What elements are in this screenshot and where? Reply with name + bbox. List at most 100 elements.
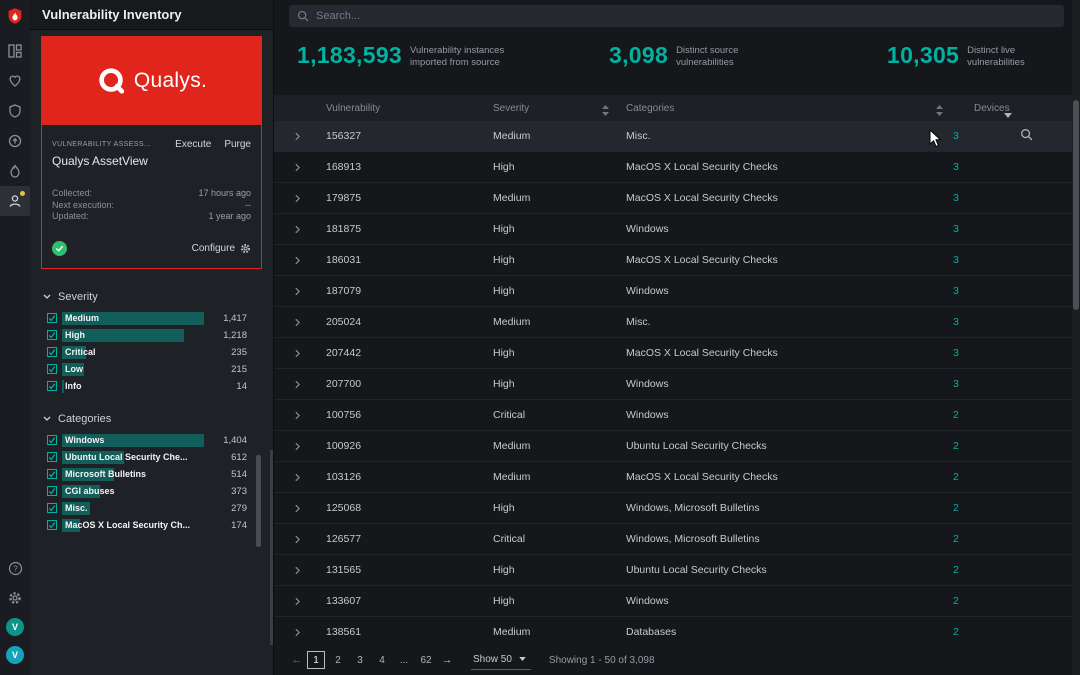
checkbox-checked[interactable] <box>47 452 57 462</box>
cell-devices-link[interactable]: 2 <box>953 409 959 421</box>
checkbox-checked[interactable] <box>47 330 57 340</box>
sort-icon[interactable] <box>936 103 943 121</box>
column-header-vulnerability[interactable]: Vulnerability <box>326 103 380 114</box>
checkbox-checked[interactable] <box>47 486 57 496</box>
prev-page-button[interactable]: ← <box>289 654 305 666</box>
table-row[interactable]: 181875 High Windows 3 <box>274 214 1072 245</box>
row-expand-chevron-icon[interactable] <box>295 566 300 578</box>
filter-row[interactable]: MacOS X Local Security Ch... 174 <box>30 517 273 534</box>
cell-devices-link[interactable]: 2 <box>953 564 959 576</box>
table-row[interactable]: 207700 High Windows 3 <box>274 369 1072 400</box>
table-row[interactable]: 131565 High Ubuntu Local Security Checks… <box>274 555 1072 586</box>
row-expand-chevron-icon[interactable] <box>295 442 300 454</box>
row-expand-chevron-icon[interactable] <box>295 504 300 516</box>
filter-section-header[interactable]: Categories <box>30 403 273 432</box>
cell-devices-link[interactable]: 2 <box>953 440 959 452</box>
cell-devices-link[interactable]: 3 <box>953 285 959 297</box>
page-button[interactable]: 62 <box>417 651 435 669</box>
filter-row[interactable]: Microsoft Bulletins 514 <box>30 466 273 483</box>
cell-devices-link[interactable]: 3 <box>953 316 959 328</box>
cell-devices-link[interactable]: 2 <box>953 626 959 638</box>
row-expand-chevron-icon[interactable] <box>295 597 300 609</box>
column-header-severity[interactable]: Severity <box>493 103 529 114</box>
search-input[interactable] <box>316 10 1056 22</box>
settings-button[interactable] <box>0 583 30 613</box>
column-header-categories[interactable]: Categories <box>626 103 674 114</box>
cell-devices-link[interactable]: 2 <box>953 471 959 483</box>
rail-item-security[interactable] <box>0 96 30 126</box>
table-row[interactable]: 186031 High MacOS X Local Security Check… <box>274 245 1072 276</box>
table-row[interactable]: 187079 High Windows 3 <box>274 276 1072 307</box>
checkbox-checked[interactable] <box>47 313 57 323</box>
cell-devices-link[interactable]: 3 <box>953 192 959 204</box>
row-search-icon[interactable] <box>1020 128 1033 144</box>
row-expand-chevron-icon[interactable] <box>295 628 300 640</box>
table-row[interactable]: 126577 Critical Windows, Microsoft Bulle… <box>274 524 1072 555</box>
table-row[interactable]: 125068 High Windows, Microsoft Bulletins… <box>274 493 1072 524</box>
table-row[interactable]: 168913 High MacOS X Local Security Check… <box>274 152 1072 183</box>
row-expand-chevron-icon[interactable] <box>295 287 300 299</box>
cell-devices-link[interactable]: 3 <box>953 161 959 173</box>
checkbox-checked[interactable] <box>47 520 57 530</box>
checkbox-checked[interactable] <box>47 469 57 479</box>
page-button[interactable]: 2 <box>329 651 347 669</box>
cell-devices-link[interactable]: 3 <box>953 347 959 359</box>
table-row[interactable]: 205024 Medium Misc. 3 <box>274 307 1072 338</box>
row-expand-chevron-icon[interactable] <box>295 380 300 392</box>
table-row[interactable]: 100926 Medium Ubuntu Local Security Chec… <box>274 431 1072 462</box>
table-row[interactable]: 133607 High Windows 2 <box>274 586 1072 617</box>
cell-devices-link[interactable]: 3 <box>953 130 959 142</box>
row-expand-chevron-icon[interactable] <box>295 473 300 485</box>
filter-section-header[interactable]: Severity <box>30 281 273 310</box>
filter-row[interactable]: High 1,218 <box>30 327 273 344</box>
filter-row[interactable]: CGI abuses 373 <box>30 483 273 500</box>
help-button[interactable]: ? <box>0 553 30 583</box>
checkbox-checked[interactable] <box>47 503 57 513</box>
page-button[interactable]: 3 <box>351 651 369 669</box>
configure-button[interactable]: Configure <box>192 243 251 254</box>
purge-button[interactable]: Purge <box>224 139 251 150</box>
table-row[interactable]: 103126 Medium MacOS X Local Security Che… <box>274 462 1072 493</box>
rail-item-health[interactable] <box>0 66 30 96</box>
next-page-button[interactable]: → <box>439 654 455 666</box>
avatar-user-1[interactable]: V <box>6 618 24 636</box>
cell-devices-link[interactable]: 2 <box>953 533 959 545</box>
row-expand-chevron-icon[interactable] <box>295 349 300 361</box>
cell-devices-link[interactable]: 3 <box>953 378 959 390</box>
scrollbar-thumb[interactable] <box>1073 100 1079 310</box>
cell-devices-link[interactable]: 3 <box>953 254 959 266</box>
row-expand-chevron-icon[interactable] <box>295 194 300 206</box>
filter-row[interactable]: Ubuntu Local Security Che... 612 <box>30 449 273 466</box>
row-expand-chevron-icon[interactable] <box>295 318 300 330</box>
table-row[interactable]: 207442 High MacOS X Local Security Check… <box>274 338 1072 369</box>
row-expand-chevron-icon[interactable] <box>295 132 300 144</box>
page-button[interactable]: 4 <box>373 651 391 669</box>
filter-row[interactable]: Info 14 <box>30 378 273 395</box>
row-expand-chevron-icon[interactable] <box>295 225 300 237</box>
rail-item-dashboard[interactable] <box>0 36 30 66</box>
row-expand-chevron-icon[interactable] <box>295 256 300 268</box>
page-button[interactable]: 1 <box>307 651 325 669</box>
row-expand-chevron-icon[interactable] <box>295 535 300 547</box>
rail-item-escalations[interactable] <box>0 126 30 156</box>
filter-row[interactable]: Windows 1,404 <box>30 432 273 449</box>
categories-scrollbar-thumb[interactable] <box>256 455 261 547</box>
table-row[interactable]: 138561 Medium Databases 2 <box>274 617 1072 645</box>
checkbox-checked[interactable] <box>47 347 57 357</box>
rail-item-threat-intel[interactable] <box>0 156 30 186</box>
table-row[interactable]: 179875 Medium MacOS X Local Security Che… <box>274 183 1072 214</box>
execute-button[interactable]: Execute <box>175 139 211 150</box>
cell-devices-link[interactable]: 3 <box>953 223 959 235</box>
avatar-user-2[interactable]: V <box>6 646 24 664</box>
checkbox-checked[interactable] <box>47 364 57 374</box>
table-row[interactable]: 100756 Critical Windows 2 <box>274 400 1072 431</box>
app-logo-icon[interactable] <box>5 6 25 26</box>
cell-devices-link[interactable]: 2 <box>953 502 959 514</box>
checkbox-checked[interactable] <box>47 435 57 445</box>
row-expand-chevron-icon[interactable] <box>295 163 300 175</box>
filter-row[interactable]: Critical 235 <box>30 344 273 361</box>
sidebar-scrollbar-thumb[interactable] <box>270 450 273 645</box>
filter-row[interactable]: Medium 1,417 <box>30 310 273 327</box>
cell-devices-link[interactable]: 2 <box>953 595 959 607</box>
sort-icon[interactable] <box>602 103 609 121</box>
